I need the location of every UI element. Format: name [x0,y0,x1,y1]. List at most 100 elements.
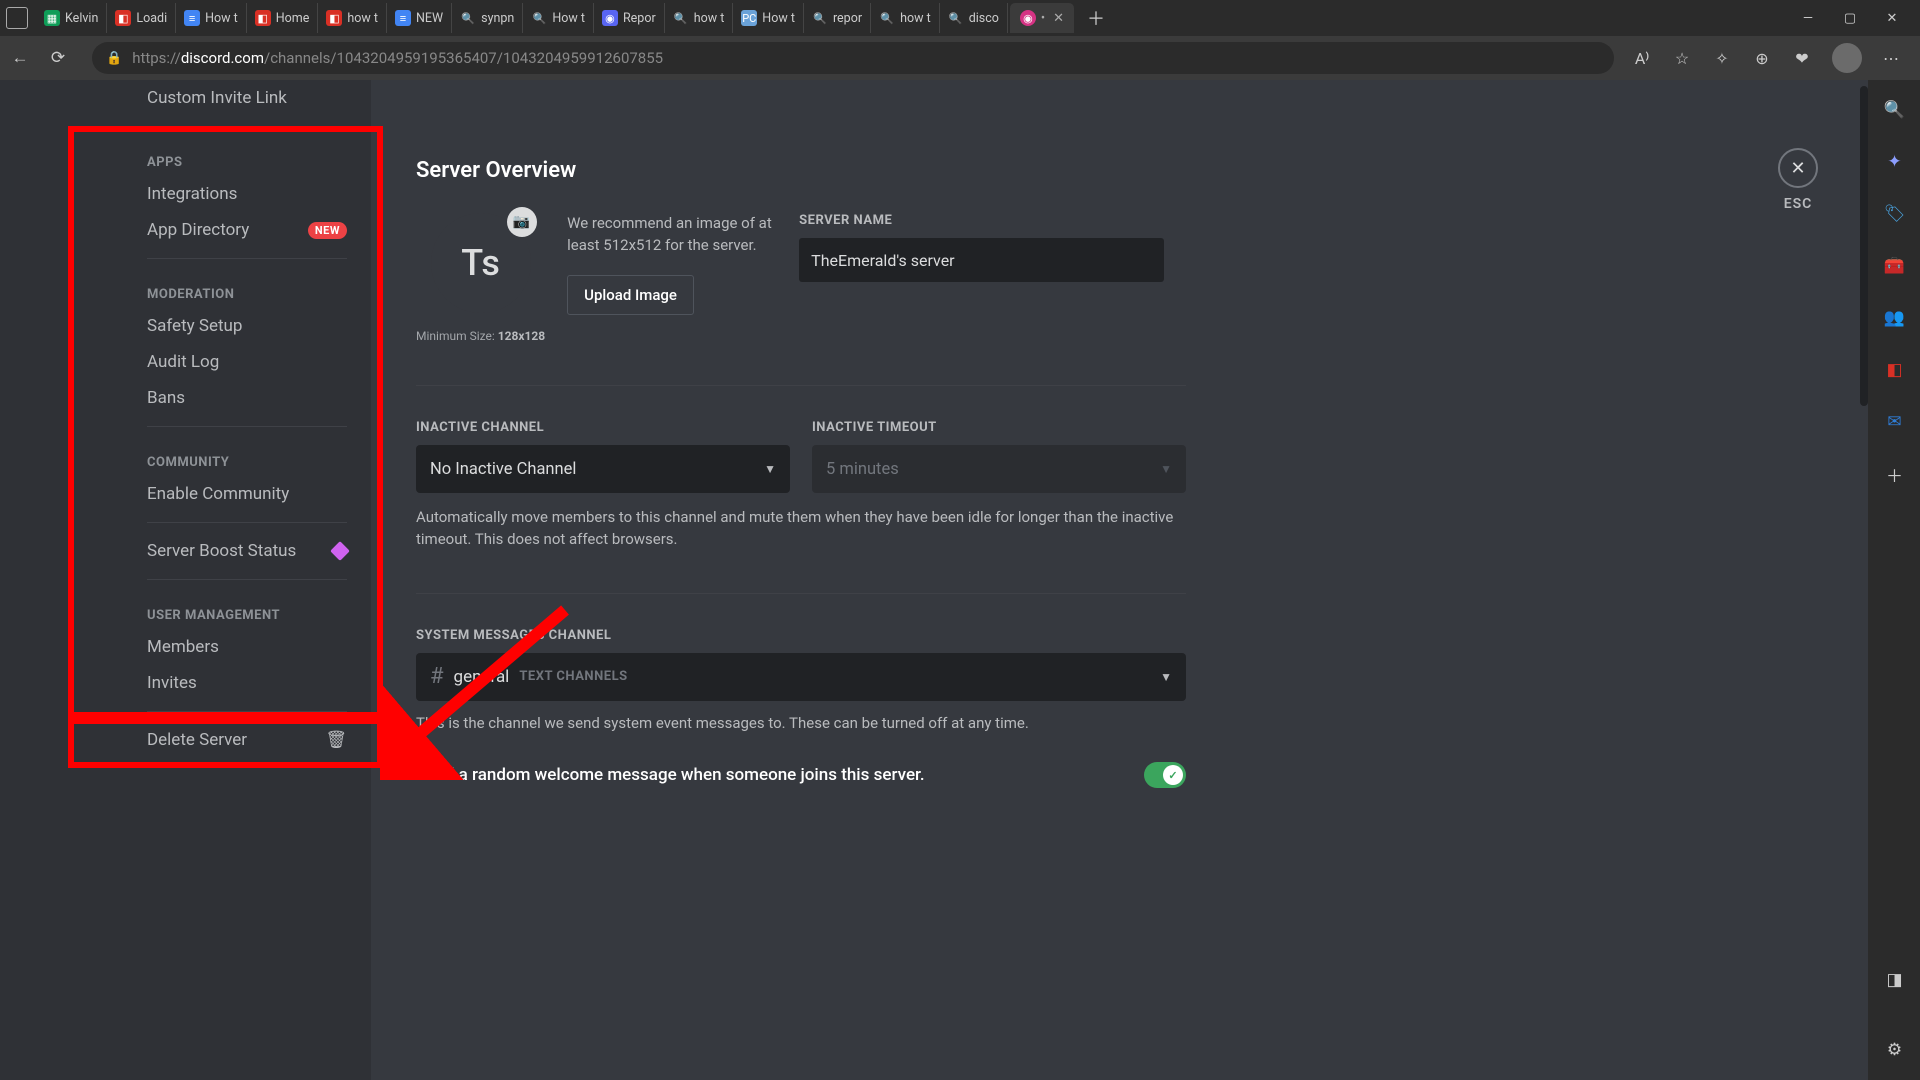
browser-tab[interactable]: 🔍synpn [452,3,523,33]
browser-tab-strip: ▦Kelvin◧Loadi≡How t◧Home◧how t≡NEW🔍synpn… [0,0,1920,36]
sidebar-item-audit-log[interactable]: Audit Log [0,344,359,380]
sidebar-item-safety-setup[interactable]: Safety Setup [0,308,359,344]
server-avatar[interactable]: Ts 📷 [431,213,531,313]
inactive-timeout-select[interactable]: 5 minutes ▼ [812,445,1186,493]
browser-tab[interactable]: 🔍 disco [940,3,1008,33]
chevron-down-icon: ▼ [764,462,776,476]
sidebar-section-user-mgmt: USER MANAGEMENT [0,590,359,629]
browser-tab[interactable]: ◧Loadi [107,3,176,33]
browser-tab[interactable]: 🔍repor [804,3,871,33]
window-controls: — ▢ ✕ [1800,11,1914,26]
upload-image-button[interactable]: Upload Image [567,275,694,315]
url-text: https://discord.com/channels/10432049591… [132,49,663,67]
browser-tab[interactable]: ◉Repor [594,3,665,33]
sidebar-item-enable-community[interactable]: Enable Community [0,476,359,512]
edge-sidebar-icon[interactable]: ◧ [1883,358,1907,382]
minimize-icon[interactable]: — [1800,11,1816,26]
tab-favicon: 🔍 [531,10,547,26]
settings-sidebar: Custom Invite Link APPS Integrations App… [0,80,371,1080]
system-channel-name: general [454,667,510,687]
more-icon[interactable]: ⋯ [1882,48,1902,68]
edge-sidebar-icon[interactable]: 🔍 [1883,98,1907,122]
sidebar-divider [147,579,347,580]
tab-favicon: 🔍 [812,10,828,26]
tab-label: How t [205,11,238,26]
url-field[interactable]: 🔒 https://discord.com/channels/104320495… [92,42,1614,74]
sidebar-divider [147,258,347,259]
sidebar-section-community: COMMUNITY [0,437,359,476]
favorite-icon[interactable]: ☆ [1672,48,1692,68]
tab-overview-icon[interactable] [6,7,28,29]
esc-label: ESC [1778,196,1818,212]
sidebar-item-app-directory[interactable]: App Directory NEW [0,212,359,248]
browser-tab[interactable]: 🔍 How t [523,3,594,33]
tab-favicon: ◧ [255,10,271,26]
maximize-icon[interactable]: ▢ [1842,11,1858,26]
browser-tab[interactable]: 🔍how t [871,3,940,33]
tab-favicon: 🔍 [948,10,964,26]
address-bar-actions: A⁾ ☆ ✧ ⊕ ❤ ⋯ [1632,43,1910,73]
settings-gear-icon[interactable]: ⚙ [1883,1038,1907,1062]
edge-sidebar-icon[interactable]: 🏷 [1883,202,1907,226]
sidebar-item-custom-invite[interactable]: Custom Invite Link [0,80,359,116]
collections-icon[interactable]: ⊕ [1752,48,1772,68]
reading-list-icon[interactable]: ✧ [1712,48,1732,68]
browser-tab[interactable]: ▦Kelvin [36,3,107,33]
browser-tab[interactable]: PCHow t [733,3,804,33]
sidebar-item-bans[interactable]: Bans [0,380,359,416]
edge-sidebar-icon[interactable]: ✉ [1883,410,1907,434]
close-window-icon[interactable]: ✕ [1884,11,1900,26]
health-icon[interactable]: ❤ [1792,48,1812,68]
sidebar-divider [147,522,347,523]
browser-tab[interactable]: ≡ How t [176,3,247,33]
scrollbar-vertical[interactable] [1860,86,1868,406]
browser-tab[interactable]: ◧Home [247,3,319,33]
inactive-channel-select[interactable]: No Inactive Channel ▼ [416,445,790,493]
section-divider [416,593,1186,594]
close-tab-icon[interactable]: ✕ [1053,11,1064,26]
tab-favicon: ≡ [184,10,200,26]
sidebar-panel-icon[interactable]: ◨ [1883,968,1907,992]
welcome-toggle-switch[interactable]: ✓ [1144,762,1186,788]
read-aloud-icon[interactable]: A⁾ [1632,48,1652,68]
inactive-helper-text: Automatically move members to this chann… [416,507,1186,551]
browser-tab-active[interactable]: ◉ • ✕ [1010,3,1074,33]
sidebar-item-server-boost[interactable]: Server Boost Status [0,533,359,569]
browser-tab[interactable]: 🔍how t [665,3,734,33]
server-name-input[interactable] [799,238,1164,282]
system-messages-select[interactable]: # general TEXT CHANNELS ▼ [416,653,1186,701]
browser-tab[interactable]: ◧how t [318,3,387,33]
sidebar-section-moderation: MODERATION [0,269,359,308]
tab-favicon: ◉ [602,10,618,26]
edge-sidebar-icon[interactable]: ✦ [1883,150,1907,174]
tab-active-indicator: • [1041,11,1045,26]
edge-sidebar-icon[interactable]: 👥 [1883,306,1907,330]
tab-favicon: PC [741,10,757,26]
edge-sidebar-icon[interactable]: 🧰 [1883,254,1907,278]
refresh-icon[interactable]: ⟳ [48,48,68,68]
welcome-toggle-label: Send a random welcome message when someo… [416,765,925,785]
new-tab-button[interactable]: ＋ [1082,4,1110,32]
back-icon[interactable]: ← [10,48,30,68]
close-icon[interactable]: ✕ [1778,148,1818,188]
sidebar-item-delete-server[interactable]: Delete Server 🗑 [0,722,359,758]
sidebar-item-integrations[interactable]: Integrations [0,176,359,212]
browser-tab[interactable]: ≡NEW [387,3,452,33]
tab-label: NEW [416,11,443,26]
tab-label: Loadi [136,11,167,26]
server-avatar-initials: Ts [461,242,500,284]
profile-avatar[interactable] [1832,43,1862,73]
section-divider [416,385,1186,386]
tab-favicon: ◧ [326,10,342,26]
sidebar-item-members[interactable]: Members [0,629,359,665]
min-size-hint: Minimum Size: 128x128 [416,329,545,343]
sidebar-item-invites[interactable]: Invites [0,665,359,701]
sidebar-divider [147,711,347,712]
toggle-knob: ✓ [1163,765,1183,785]
upload-image-icon[interactable]: 📷 [507,207,537,237]
tab-label: disco [969,11,999,26]
trash-icon: 🗑 [325,730,347,750]
image-recommend-text: We recommend an image of at least 512x51… [567,213,777,257]
tab-label: How t [552,11,585,26]
edge-sidebar-icon[interactable]: ＋ [1883,462,1907,486]
